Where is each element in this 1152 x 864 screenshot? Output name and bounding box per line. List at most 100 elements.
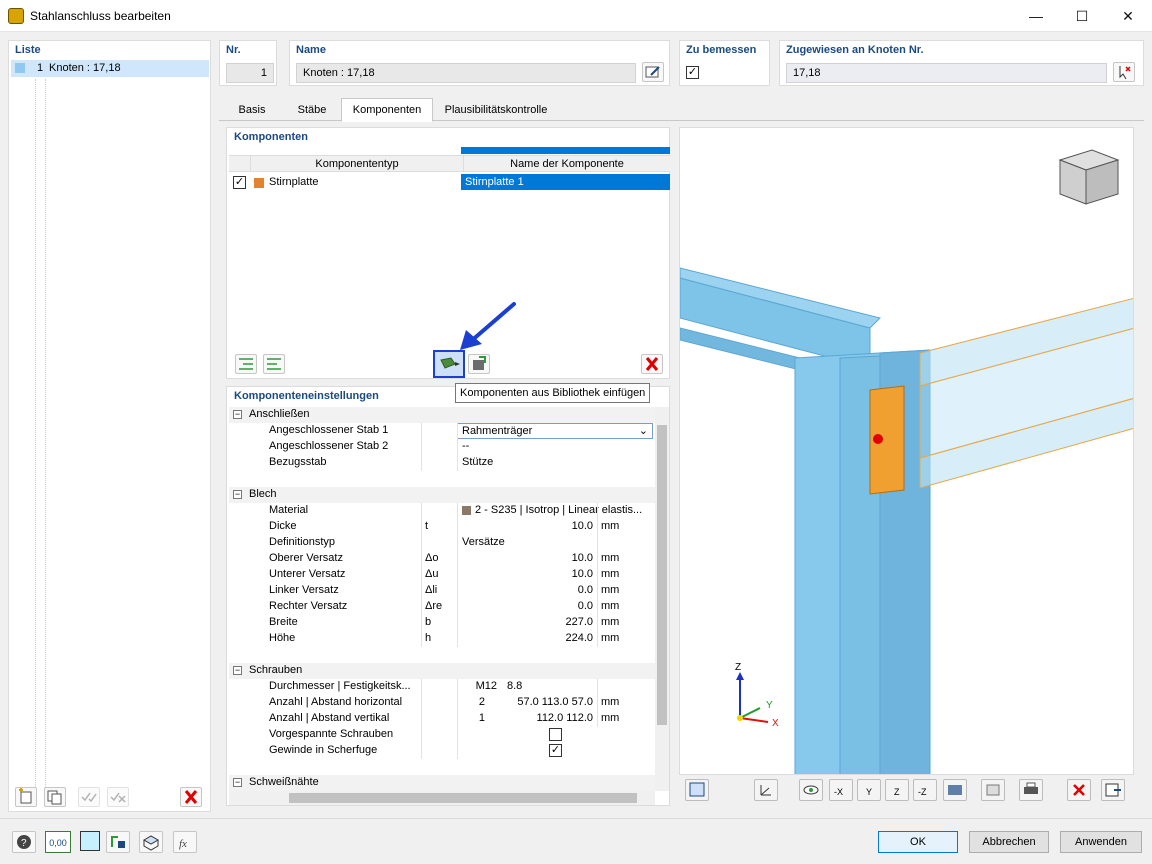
collapse-icon[interactable]: − (233, 666, 242, 675)
row-symbol: Δu (425, 568, 439, 580)
scrollbar-thumb[interactable] (657, 425, 667, 725)
reset-view-icon[interactable] (1067, 779, 1091, 801)
component-row[interactable]: ✓ Stirnplatte Stirnplatte 1 (229, 174, 670, 191)
hoehe-value[interactable]: 224.0 (489, 632, 593, 644)
delete-component-icon[interactable] (641, 354, 663, 374)
move-up-icon[interactable] (235, 354, 257, 374)
gewinde-checkbox[interactable]: ✓ (549, 744, 562, 757)
units-indicator[interactable]: 0,00 (45, 831, 71, 853)
list-item[interactable]: 1 Knoten : 17,18 (11, 60, 209, 77)
axis-y-label: Y (766, 700, 773, 711)
anzh-a[interactable]: 2 (465, 696, 485, 708)
tab-plausibilitaet[interactable]: Plausibilitätskontrolle (434, 98, 558, 120)
uncheck-all-icon[interactable] (107, 787, 129, 807)
tab-basis[interactable]: Basis (226, 98, 278, 120)
close-button[interactable]: ✕ (1105, 0, 1151, 32)
row-symbol: h (425, 632, 432, 644)
design-panel: Zu bemessen ✓ (679, 40, 770, 86)
durchm-b[interactable]: 8.8 (507, 680, 522, 692)
row-label: Breite (269, 616, 298, 628)
assigned-field[interactable]: 17,18 (786, 63, 1107, 83)
render-mode-icon[interactable] (943, 779, 967, 801)
view-y-icon[interactable]: Y (857, 779, 881, 801)
app-icon (8, 8, 24, 24)
section-blech[interactable]: − Blech (229, 487, 655, 503)
edit-name-icon[interactable] (642, 62, 664, 82)
formula-icon[interactable]: fx (173, 831, 197, 853)
row-unit: mm (601, 520, 620, 532)
section-schrauben[interactable]: − Schrauben (229, 663, 655, 679)
library-insert-button[interactable] (433, 350, 465, 378)
transparency-icon[interactable] (981, 779, 1005, 801)
view-cube-icon[interactable] (1052, 146, 1122, 208)
anzv-b[interactable]: 112.0 112.0 (499, 712, 593, 724)
visibility-icon[interactable] (799, 779, 823, 801)
view-z-icon[interactable]: Z (885, 779, 909, 801)
dicke-value[interactable]: 10.0 (489, 520, 593, 532)
row-label: Anzahl | Abstand horizontal (269, 696, 403, 708)
collapse-icon[interactable]: − (233, 410, 242, 419)
svg-text:Y: Y (866, 787, 872, 797)
section-anschliessen[interactable]: − Anschließen (229, 407, 655, 423)
tab-staebe[interactable]: Stäbe (284, 98, 340, 120)
check-all-icon[interactable] (78, 787, 100, 807)
bezug-value[interactable]: Stütze (462, 456, 493, 468)
ok-button[interactable]: OK (878, 831, 958, 853)
anzv-a[interactable]: 1 (465, 712, 485, 724)
collapse-icon[interactable]: − (233, 778, 242, 787)
color-box-icon[interactable] (80, 831, 100, 851)
stab1-select[interactable]: Rahmenträger ⌄ (457, 423, 653, 439)
viewport-3d[interactable]: Z Y X (679, 127, 1134, 775)
row-unit: mm (601, 712, 620, 724)
tab-komponenten[interactable]: Komponenten (341, 98, 433, 122)
component-checkbox[interactable]: ✓ (233, 176, 246, 189)
deftyp-value[interactable]: Versätze (462, 536, 505, 548)
breite-value[interactable]: 227.0 (489, 616, 593, 628)
row-unit: mm (601, 616, 620, 628)
svg-text:?: ? (21, 838, 27, 849)
copy-item-icon[interactable] (44, 787, 66, 807)
cancel-button[interactable]: Abbrechen (969, 831, 1049, 853)
new-item-icon[interactable] (15, 787, 37, 807)
axes-view-icon[interactable] (754, 779, 778, 801)
oben-value[interactable]: 10.0 (489, 552, 593, 564)
help-icon[interactable]: ? (12, 831, 36, 853)
print-icon[interactable] (1019, 779, 1043, 801)
save-component-icon[interactable] (468, 354, 490, 374)
view-settings-icon[interactable] (685, 779, 709, 801)
column-separator (457, 423, 458, 471)
display-options-icon[interactable] (106, 831, 130, 853)
minimize-button[interactable]: — (1013, 0, 1059, 32)
design-checkbox[interactable]: ✓ (686, 66, 699, 79)
horizontal-scrollbar[interactable] (229, 791, 655, 805)
material-value[interactable]: 2 - S235 | Isotrop | Linear elastis... (475, 504, 653, 516)
view-minus-x-icon[interactable]: -X (829, 779, 853, 801)
vertical-scrollbar[interactable] (655, 407, 669, 791)
export-view-icon[interactable] (1101, 779, 1125, 801)
links-value[interactable]: 0.0 (489, 584, 593, 596)
name-field[interactable]: Knoten : 17,18 (296, 63, 636, 83)
move-down-icon[interactable] (263, 354, 285, 374)
stab2-value[interactable]: -- (462, 440, 469, 452)
title-bar: Stahlanschluss bearbeiten — ☐ ✕ (0, 0, 1152, 32)
view-minus-z-icon[interactable]: -Z (913, 779, 937, 801)
durchm-a[interactable]: M12 (465, 680, 497, 692)
delete-item-icon[interactable] (180, 787, 202, 807)
scrollbar-thumb[interactable] (289, 793, 637, 803)
model-view-icon[interactable] (139, 831, 163, 853)
section-label: Schrauben (249, 664, 303, 676)
rechts-value[interactable]: 0.0 (489, 600, 593, 612)
maximize-button[interactable]: ☐ (1059, 0, 1105, 32)
vorg-checkbox[interactable] (549, 728, 562, 741)
section-schweiss[interactable]: − Schweißnähte (229, 775, 655, 791)
collapse-icon[interactable]: − (233, 490, 242, 499)
apply-button[interactable]: Anwenden (1060, 831, 1142, 853)
anzh-b[interactable]: 57.0 113.0 57.0 (499, 696, 593, 708)
axis-x-label: X (772, 718, 779, 729)
list-item-label: Knoten : 17,18 (49, 62, 121, 74)
unten-value[interactable]: 10.0 (489, 568, 593, 580)
components-header: Komponenten (234, 131, 308, 143)
svg-text:fx: fx (179, 838, 187, 850)
select-node-icon[interactable] (1113, 62, 1135, 82)
component-name[interactable]: Stirnplatte 1 (461, 174, 670, 190)
